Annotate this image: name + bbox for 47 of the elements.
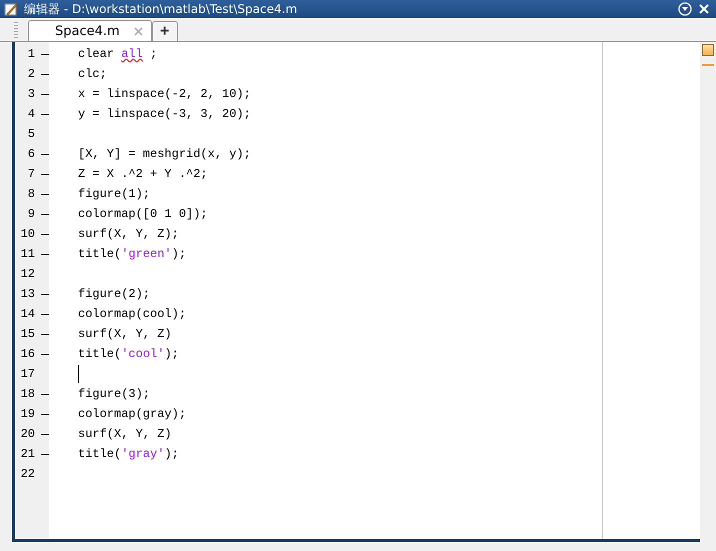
line-number: 5: [26, 127, 35, 141]
line-number: 6: [26, 147, 35, 161]
new-tab-button[interactable]: +: [152, 21, 178, 41]
line-number: 11: [20, 247, 35, 261]
code-line: clear all ;: [78, 47, 158, 61]
line-number: 20: [20, 427, 35, 441]
line-number: 18: [20, 387, 35, 401]
dropdown-icon[interactable]: [678, 2, 692, 16]
code-line: title('green');: [78, 247, 186, 261]
line-number: 7: [26, 167, 35, 181]
code-line: title('gray');: [78, 447, 179, 461]
code-line: colormap(cool);: [78, 307, 186, 321]
line-number: 8: [26, 187, 35, 201]
code-line: colormap(gray);: [78, 407, 186, 421]
warning-marker[interactable]: [702, 64, 714, 66]
line-number: 12: [20, 267, 35, 281]
status-indicator-icon[interactable]: [702, 44, 714, 56]
code-line: surf(X, Y, Z): [78, 427, 172, 441]
code-line: x = linspace(-2, 2, 10);: [78, 87, 251, 101]
line-number: 9: [26, 207, 35, 221]
window-title: 编辑器 - D:\workstation\matlab\Test\Space4.m: [24, 0, 298, 18]
code-line: [X, Y] = meshgrid(x, y);: [78, 147, 251, 161]
code-line: clc;: [78, 67, 107, 81]
code-line: y = linspace(-3, 3, 20);: [78, 107, 251, 121]
file-tab[interactable]: Space4.m: [28, 20, 152, 41]
line-number: 16: [20, 347, 35, 361]
line-number: 2: [26, 67, 35, 81]
code-line: figure(1);: [78, 187, 150, 201]
line-number: 21: [20, 447, 35, 461]
line-number: 22: [20, 467, 35, 481]
line-number: 3: [26, 87, 35, 101]
line-number: 10: [20, 227, 35, 241]
pencil-icon: [4, 2, 18, 16]
code-line: colormap([0 1 0]);: [78, 207, 208, 221]
line-number: 19: [20, 407, 35, 421]
code-line: figure(3);: [78, 387, 150, 401]
code-line: figure(2);: [78, 287, 150, 301]
line-number: 4: [26, 107, 35, 121]
code-line: title('cool');: [78, 347, 179, 361]
line-number: 1: [26, 47, 35, 61]
line-number: 13: [20, 287, 35, 301]
line-number: 17: [20, 367, 35, 381]
code-line: surf(X, Y, Z): [78, 327, 172, 341]
code-line: surf(X, Y, Z);: [78, 227, 179, 241]
code-line: Z = X .^2 + Y .^2;: [78, 167, 208, 181]
line-number: 15: [20, 327, 35, 341]
line-number: 14: [20, 307, 35, 321]
